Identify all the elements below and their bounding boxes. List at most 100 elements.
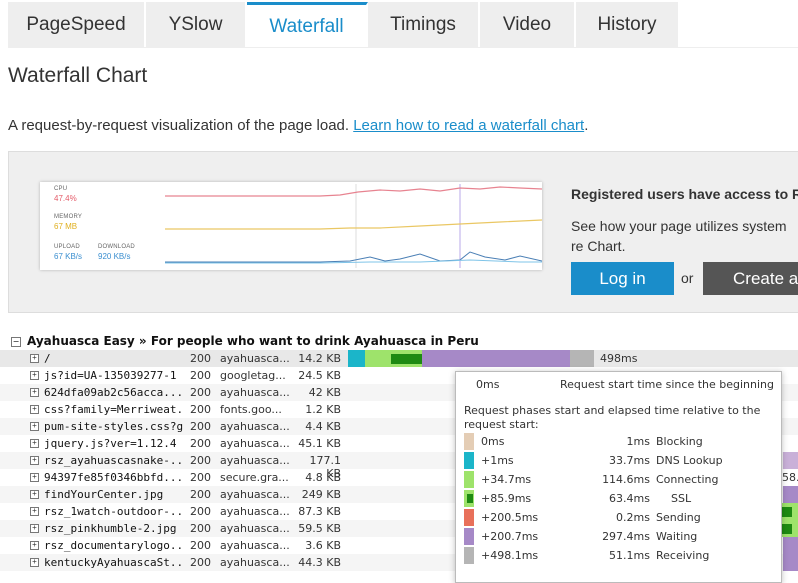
expand-icon[interactable]: + (30, 371, 39, 380)
phase-name: DNS Lookup (656, 454, 723, 467)
tab-divider (8, 47, 798, 48)
tab-history[interactable]: History (576, 2, 680, 48)
tab-timings[interactable]: Timings (368, 2, 480, 48)
request-status: 200 (190, 369, 211, 382)
request-size: 1.2 KB (305, 403, 341, 416)
tooltip-relative-description: Request phases start and elapsed time re… (464, 404, 761, 431)
request-domain: ayahuasca... (220, 437, 290, 450)
sending-swatch (464, 509, 474, 526)
request-url: kentuckyAyahuascaSt... (44, 556, 184, 569)
request-size: 42 KB (308, 386, 341, 399)
phase-start: 0ms (481, 435, 505, 448)
promo-description: See how your page utilizes system re Cha… (571, 218, 787, 254)
connecting-swatch (464, 471, 474, 488)
receiving-segment (570, 350, 594, 367)
request-domain: ayahuasca... (220, 420, 290, 433)
phase-row-waiting: +200.7ms 297.4ms Waiting (461, 527, 779, 546)
request-size: 59.5 KB (298, 522, 341, 535)
expand-icon[interactable]: + (30, 388, 39, 397)
waiting-swatch (464, 528, 474, 545)
request-url: rsz_1watch-outdoor-... (44, 505, 184, 518)
expand-icon[interactable]: + (30, 439, 39, 448)
request-status: 200 (190, 471, 211, 484)
resource-chart-preview: CPU 47.4% MEMORY 67 MB UPLOAD 67 KB/s DO… (40, 182, 542, 270)
resource-lines (165, 184, 542, 268)
request-status: 200 (190, 522, 211, 535)
phase-start: +200.5ms (481, 511, 539, 524)
request-row[interactable]: + / 200 ayahuasca... 14.2 KB 498ms (0, 350, 798, 367)
expand-icon[interactable]: + (30, 541, 39, 550)
phase-start: +1ms (481, 454, 514, 467)
request-domain: ayahuasca... (220, 386, 290, 399)
login-button[interactable]: Log in (571, 262, 674, 295)
request-status: 200 (190, 488, 211, 501)
request-status: 200 (190, 539, 211, 552)
request-domain: ayahuasca... (220, 352, 290, 365)
request-status: 200 (190, 437, 211, 450)
request-size: 249 KB (301, 488, 341, 501)
expand-icon[interactable]: + (30, 524, 39, 533)
request-size: 24.5 KB (298, 369, 341, 382)
tab-video[interactable]: Video (480, 2, 576, 48)
expand-icon[interactable]: + (30, 473, 39, 482)
request-domain: ayahuasca... (220, 454, 290, 467)
request-domain: googletag... (220, 369, 286, 382)
phase-start: +34.7ms (481, 473, 532, 486)
request-url: pum-site-styles.css?g... (44, 420, 184, 433)
tab-yslow[interactable]: YSlow (146, 2, 247, 48)
request-url: rsz_pinkhumble-2.jpg (44, 522, 177, 535)
request-url: js?id=UA-135039277-1 (44, 369, 177, 382)
phase-elapsed: 297.4ms (602, 530, 650, 543)
intro-sentence: A request-by-request visualization of th… (8, 117, 354, 134)
tab-pagespeed[interactable]: PageSpeed (8, 2, 146, 48)
request-size: 4.8 KB (305, 471, 341, 484)
waterfall-group-header[interactable]: − Ayahuasca Easy » For people who want to… (11, 334, 479, 348)
expand-icon[interactable]: + (30, 558, 39, 567)
collapse-icon[interactable]: − (11, 337, 21, 347)
intro-text: A request-by-request visualization of th… (8, 117, 588, 134)
expand-icon[interactable]: + (30, 405, 39, 414)
phase-row-blocking: 0ms 1ms Blocking (461, 432, 779, 451)
tab-waterfall[interactable]: Waterfall (247, 2, 368, 48)
request-size: 14.2 KB (298, 352, 341, 365)
phase-name: SSL (671, 492, 692, 505)
phase-row-receiving: +498.1ms 51.1ms Receiving (461, 546, 779, 565)
phase-elapsed: 114.6ms (602, 473, 650, 486)
intro-suffix: . (584, 117, 589, 134)
request-status: 200 (190, 454, 211, 467)
expand-icon[interactable]: + (30, 507, 39, 516)
promo-panel: CPU 47.4% MEMORY 67 MB UPLOAD 67 KB/s DO… (8, 151, 798, 313)
expand-icon[interactable]: + (30, 354, 39, 363)
phase-elapsed: 51.1ms (609, 549, 650, 562)
phase-name: Connecting (656, 473, 719, 486)
ssl-segment (782, 524, 792, 534)
request-url: 624dfa09ab2c56acca... (44, 386, 184, 399)
phase-row-sending: +200.5ms 0.2ms Sending (461, 508, 779, 527)
phase-name: Sending (656, 511, 701, 524)
request-domain: ayahuasca... (220, 539, 290, 552)
request-url: 94397fe85f0346bbfd... (44, 471, 184, 484)
page-title: Waterfall Chart (8, 64, 148, 87)
dns-segment (348, 350, 365, 367)
expand-icon[interactable]: + (30, 490, 39, 499)
request-domain: fonts.goo... (220, 403, 282, 416)
learn-waterfall-link[interactable]: Learn how to read a waterfall chart (353, 117, 584, 134)
waiting-segment (422, 350, 570, 367)
create-account-button[interactable]: Create ar (703, 262, 798, 295)
receiving-swatch (464, 547, 474, 564)
request-domain: secure.gra... (220, 471, 289, 484)
request-total-time: 498ms (600, 352, 638, 365)
phase-name: Receiving (656, 549, 710, 562)
expand-icon[interactable]: + (30, 456, 39, 465)
phase-row-dns: +1ms 33.7ms DNS Lookup (461, 451, 779, 470)
phase-row-connecting: +34.7ms 114.6ms Connecting (461, 470, 779, 489)
request-url: css?family=Merriweat... (44, 403, 184, 416)
waiting-segment (783, 537, 798, 554)
request-status: 200 (190, 556, 211, 569)
request-url: jquery.js?ver=1.12.4 (44, 437, 177, 450)
request-domain: ayahuasca... (220, 488, 290, 501)
tooltip-start-description: Request start time since the beginning (560, 378, 775, 391)
phase-elapsed: 33.7ms (609, 454, 650, 467)
phase-start: +200.7ms (481, 530, 539, 543)
expand-icon[interactable]: + (30, 422, 39, 431)
